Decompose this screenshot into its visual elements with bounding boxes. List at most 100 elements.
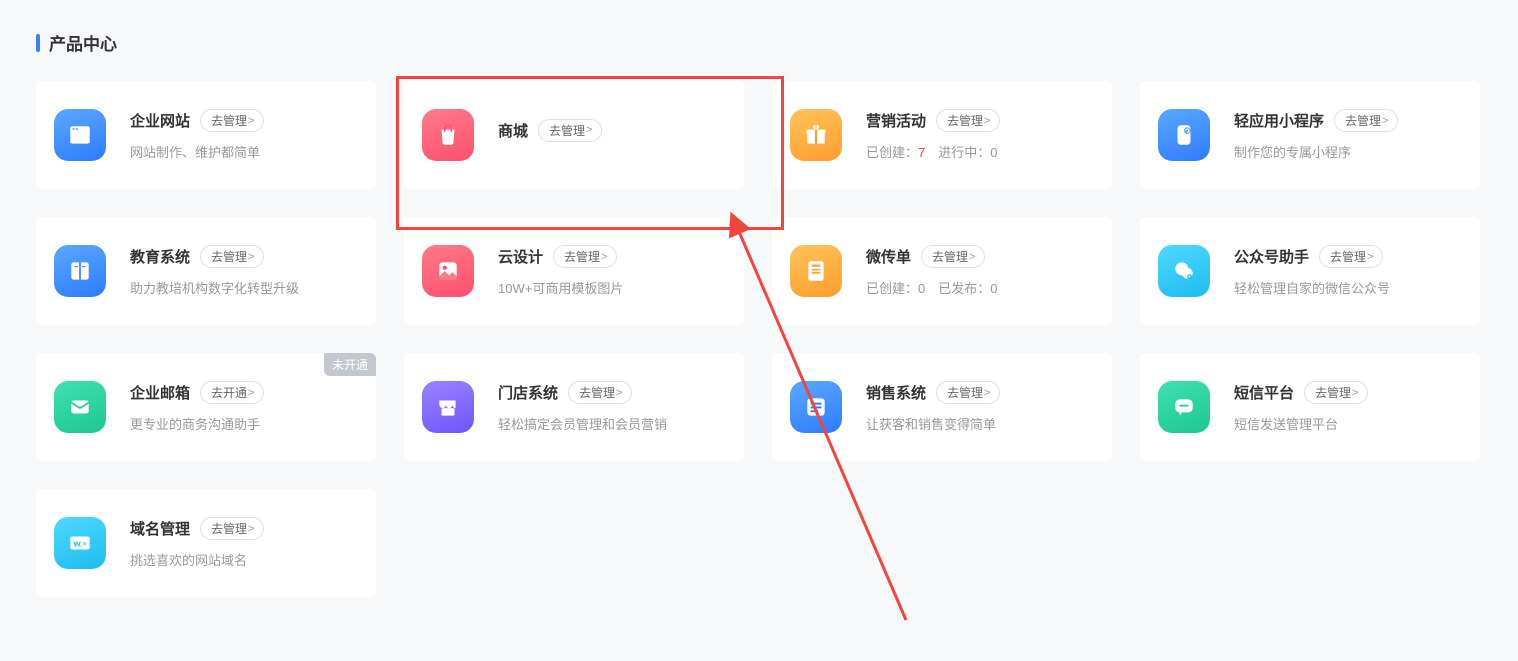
button-label: 去管理 [579,384,615,401]
product-card-marketing[interactable]: 营销活动去管理>已创建：7 进行中：0 [772,81,1112,189]
card-desc: 短信发送管理平台 [1234,414,1460,433]
card-body: 公众号助手去管理> 轻松管理自家的微信公众号 [1234,245,1460,297]
product-card-sales[interactable]: 销售系统去管理>让获客和销售变得简单 [772,353,1112,461]
card-body: 门店系统去管理>轻松搞定会员管理和会员营销 [498,381,724,433]
section-title: 产品中心 [36,30,1482,55]
card-head: 商城去管理> [498,119,724,142]
card-body: 教育系统去管理> 助力教培机构数字化转型升级 [130,245,356,297]
button-label: 去管理 [211,112,247,129]
manage-button[interactable]: 去管理> [200,245,264,268]
stats-created-label: 已创建： [866,281,918,296]
card-head: 短信平台去管理> [1234,381,1460,404]
svg-text:W.=: W.= [74,539,88,548]
card-desc: 制作您的专属小程序 [1234,142,1460,161]
stats-separator [925,145,938,160]
manage-button[interactable]: 去管理> [200,517,264,540]
card-head: 门店系统去管理> [498,381,724,404]
flyer-icon [790,245,842,297]
mail-icon [54,381,106,433]
card-body: 企业邮箱去开通>更专业的商务沟通助手 [130,381,356,433]
product-card-store[interactable]: 门店系统去管理>轻松搞定会员管理和会员营销 [404,353,744,461]
card-title: 企业网站 [130,110,190,131]
card-title: 云设计 [498,246,543,267]
product-card-mail[interactable]: 未开通企业邮箱去开通>更专业的商务沟通助手 [36,353,376,461]
card-desc: 轻松搞定会员管理和会员营销 [498,414,724,433]
card-title: 销售系统 [866,382,926,403]
card-title: 轻应用小程序 [1234,110,1324,131]
chevron-right-icon: > [248,523,254,535]
card-title: 门店系统 [498,382,558,403]
product-card-design[interactable]: 云设计去管理>10W+可商用模板图片 [404,217,744,325]
card-title: 营销活动 [866,110,926,131]
product-card-sms[interactable]: 短信平台去管理>短信发送管理平台 [1140,353,1480,461]
card-desc: 轻松管理自家的微信公众号 [1234,278,1460,297]
card-title: 微传单 [866,246,911,267]
stats-running-label: 已发布： [938,281,990,296]
product-card-miniapp[interactable]: 轻应用小程序去管理> 制作您的专属小程序 [1140,81,1480,189]
chevron-right-icon: > [586,124,592,136]
manage-button[interactable]: 去管理> [921,245,985,268]
manage-button[interactable]: 去管理> [1334,109,1398,132]
button-label: 去管理 [1330,248,1366,265]
card-head: 企业网站去管理> [130,109,356,132]
manage-button[interactable]: 去管理> [200,109,264,132]
product-card-wechat[interactable]: 公众号助手去管理> 轻松管理自家的微信公众号 [1140,217,1480,325]
card-desc: 更专业的商务沟通助手 [130,414,356,433]
chevron-right-icon: > [969,251,975,263]
chevron-right-icon: > [1352,387,1358,399]
manage-button[interactable]: 去管理> [553,245,617,268]
product-grid: 企业网站去管理>网站制作、维护都简单商城去管理>营销活动去管理>已创建：7 进行… [36,81,1482,597]
card-head: 销售系统去管理> [866,381,1092,404]
list-icon [790,381,842,433]
shopping-bag-icon [422,109,474,161]
manage-button[interactable]: 去管理> [568,381,632,404]
manage-button[interactable]: 去管理> [538,119,602,142]
product-card-site[interactable]: 企业网站去管理>网站制作、维护都简单 [36,81,376,189]
manage-button[interactable]: 去管理> [936,381,1000,404]
card-head: 公众号助手去管理> [1234,245,1460,268]
section-title-text: 产品中心 [49,30,117,55]
card-title: 短信平台 [1234,382,1294,403]
chat-icon [1158,381,1210,433]
card-desc: 网站制作、维护都简单 [130,142,356,161]
chevron-right-icon: > [601,251,607,263]
stats-running-value: 0 [990,145,997,160]
card-head: 轻应用小程序去管理> [1234,109,1460,132]
chevron-right-icon: > [616,387,622,399]
manage-button[interactable]: 去管理> [936,109,1000,132]
open-button[interactable]: 去开通> [200,381,264,404]
card-title: 公众号助手 [1234,246,1309,267]
stats-running-label: 进行中： [938,145,990,160]
book-icon [54,245,106,297]
product-card-flyer[interactable]: 微传单去管理>已创建：0 已发布：0 [772,217,1112,325]
card-body: 短信平台去管理>短信发送管理平台 [1234,381,1460,433]
image-icon [422,245,474,297]
stats-created-label: 已创建： [866,145,918,160]
card-body: 销售系统去管理>让获客和销售变得简单 [866,381,1092,433]
chevron-right-icon: > [248,115,254,127]
manage-button[interactable]: 去管理> [1304,381,1368,404]
card-body: 商城去管理> [498,119,724,152]
store-icon [422,381,474,433]
card-desc: 助力教培机构数字化转型升级 [130,278,356,297]
manage-button[interactable]: 去管理> [1319,245,1383,268]
card-desc: 10W+可商用模板图片 [498,278,724,297]
card-body: 轻应用小程序去管理> 制作您的专属小程序 [1234,109,1460,161]
product-card-edu[interactable]: 教育系统去管理> 助力教培机构数字化转型升级 [36,217,376,325]
card-head: 云设计去管理> [498,245,724,268]
section-title-bar [36,34,40,52]
card-body: 域名管理去管理>挑选喜欢的网站域名 [130,517,356,569]
card-title: 商城 [498,120,528,141]
card-body: 企业网站去管理>网站制作、维护都简单 [130,109,356,161]
product-card-mall[interactable]: 商城去管理> [404,81,744,189]
button-label: 去管理 [564,248,600,265]
product-card-domain[interactable]: W.=域名管理去管理>挑选喜欢的网站域名 [36,489,376,597]
button-label: 去管理 [947,384,983,401]
card-title: 教育系统 [130,246,190,267]
button-label: 去管理 [1315,384,1351,401]
card-head: 营销活动去管理> [866,109,1092,132]
button-label: 去管理 [1345,112,1381,129]
card-body: 营销活动去管理>已创建：7 进行中：0 [866,109,1092,161]
domain-icon: W.= [54,517,106,569]
card-desc: 挑选喜欢的网站域名 [130,550,356,569]
